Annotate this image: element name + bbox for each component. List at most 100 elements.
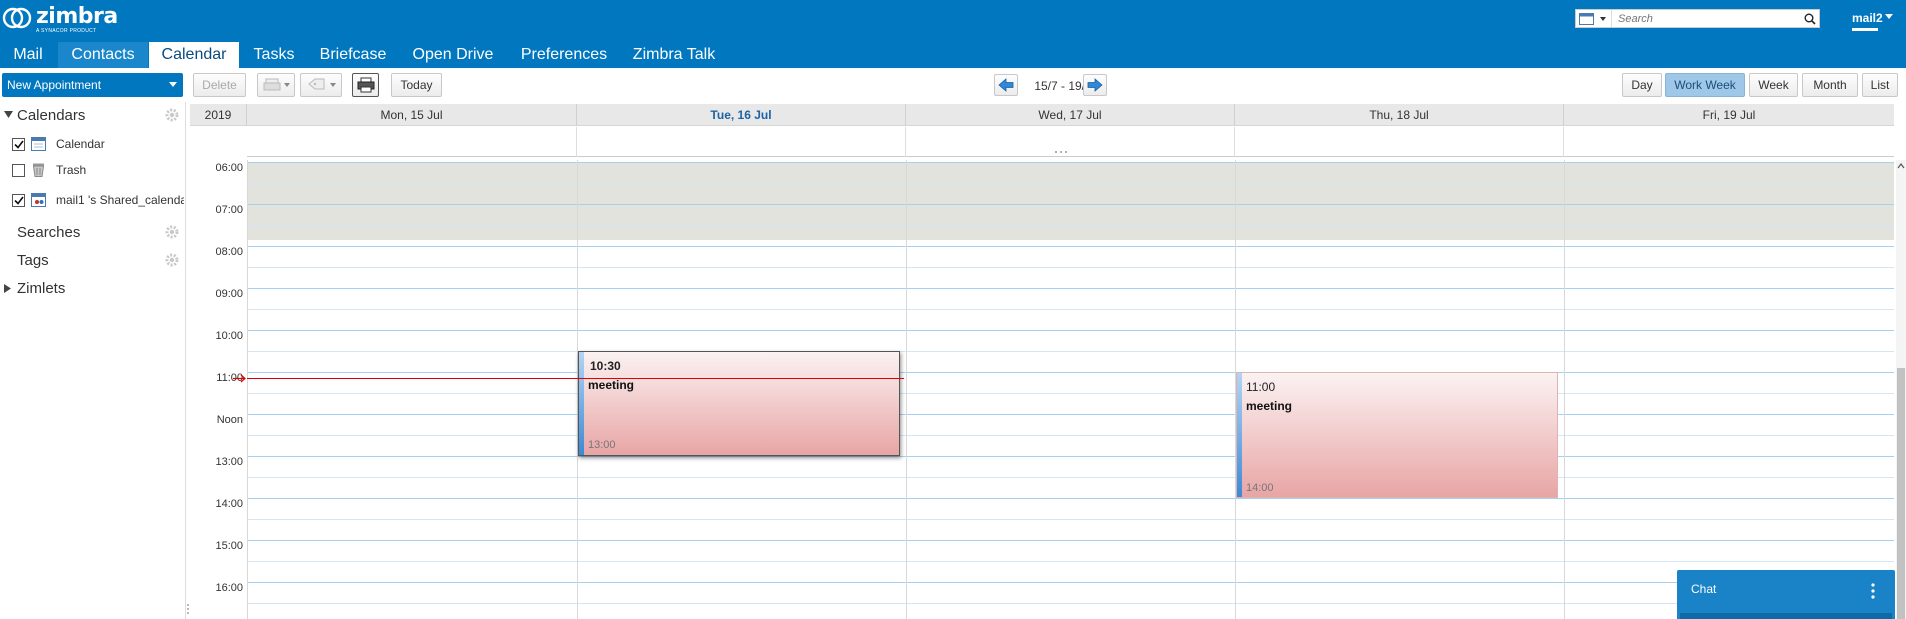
app-tabs: Mail Contacts Calendar Tasks Briefcase O… <box>0 42 1906 104</box>
hour-line <box>247 582 1894 583</box>
tab-briefcase[interactable]: Briefcase <box>315 42 391 68</box>
view-list-button[interactable]: List <box>1862 73 1898 97</box>
hour-label: Noon <box>216 414 243 426</box>
all-day-cell[interactable] <box>577 127 906 157</box>
zimbra-logo[interactable]: zimbra A SYNACOR PRODUCT <box>2 6 118 34</box>
tag-button[interactable] <box>300 73 342 97</box>
half-hour-line <box>247 477 1894 478</box>
all-day-cell[interactable] <box>247 127 577 157</box>
appointment-meeting-tue[interactable]: 10:30 meeting 13:00 <box>578 351 900 456</box>
appointment-meeting-thu[interactable]: 11:00 meeting 14:00 <box>1236 372 1558 498</box>
hour-line <box>247 498 1894 499</box>
sidebar-item-calendar[interactable]: Calendar <box>12 133 184 155</box>
logo-subtitle: A SYNACOR PRODUCT <box>36 28 97 34</box>
arrow-right-icon <box>1087 78 1103 92</box>
calendars-section-header[interactable]: Calendars <box>0 104 186 126</box>
half-hour-line <box>247 267 1894 268</box>
previous-week-button[interactable] <box>994 74 1018 96</box>
gear-icon[interactable] <box>165 108 179 122</box>
next-week-button[interactable] <box>1083 74 1107 96</box>
user-menu-name[interactable]: mail2 <box>1852 11 1883 25</box>
half-hour-line <box>247 351 1894 352</box>
half-hour-line <box>247 183 1894 184</box>
tab-contacts[interactable]: Contacts <box>58 42 148 68</box>
tags-section-header[interactable]: Tags <box>0 249 186 271</box>
all-day-cell[interactable] <box>1564 127 1894 157</box>
view-week-button[interactable]: Week <box>1749 73 1798 97</box>
day-header-fri[interactable]: Fri, 19 Jul <box>1564 104 1894 126</box>
tab-preferences[interactable]: Preferences <box>516 42 612 68</box>
hour-label: 16:00 <box>215 582 243 594</box>
vertical-scrollbar[interactable] <box>1896 160 1906 619</box>
hour-line <box>247 162 1894 163</box>
gear-icon[interactable] <box>165 225 179 239</box>
trash-label: Trash <box>56 163 87 177</box>
appointment-accent-bar <box>1237 373 1242 497</box>
delete-button[interactable]: Delete <box>193 73 246 97</box>
tab-tasks[interactable]: Tasks <box>248 42 300 68</box>
user-menu-chevron-icon[interactable] <box>1885 14 1893 19</box>
chat-panel[interactable]: Chat <box>1677 570 1895 619</box>
search-icon[interactable] <box>1801 10 1819 27</box>
view-work-week-button[interactable]: Work Week <box>1665 73 1745 97</box>
day-header-thu[interactable]: Thu, 18 Jul <box>1235 104 1564 126</box>
zimbra-logo-icon <box>2 7 32 29</box>
half-hour-line <box>247 435 1894 436</box>
tab-calendar[interactable]: Calendar <box>149 42 239 68</box>
hour-label: 13:00 <box>215 456 243 468</box>
column-divider <box>247 160 248 619</box>
time-grid[interactable]: 06:00 07:00 08:00 09:00 10:00 11:00 Noon… <box>190 160 1894 619</box>
collapse-triangle-icon[interactable] <box>0 104 16 126</box>
today-button[interactable]: Today <box>391 73 442 97</box>
search-type-dropdown[interactable] <box>1576 10 1612 27</box>
hour-label: 15:00 <box>215 540 243 552</box>
app-header: zimbra A SYNACOR PRODUCT mail2 <box>0 0 1906 42</box>
appointment-subject: meeting <box>588 378 635 392</box>
sidebar-item-trash[interactable]: Trash <box>12 159 184 181</box>
scrollbar-thumb[interactable] <box>1897 368 1905 619</box>
tab-open-drive[interactable]: Open Drive <box>408 42 498 68</box>
sidebar-item-shared-calendar[interactable]: mail1 's Shared_calendar <box>12 189 184 211</box>
appointment-end-time: 14:00 <box>1246 482 1274 494</box>
print-button[interactable] <box>352 73 379 97</box>
arrow-left-icon <box>998 78 1014 92</box>
day-header-mon[interactable]: Mon, 15 Jul <box>247 104 577 126</box>
tab-mail[interactable]: Mail <box>0 42 56 68</box>
expand-triangle-icon[interactable] <box>0 277 16 299</box>
searches-section-header[interactable]: Searches <box>0 221 186 243</box>
tag-icon <box>307 78 324 90</box>
hour-label: 10:00 <box>215 330 243 342</box>
all-day-cell[interactable] <box>1235 127 1564 157</box>
all-day-cell[interactable] <box>906 127 1235 157</box>
year-label: 2019 <box>190 104 247 126</box>
zimlets-section-header[interactable]: Zimlets <box>0 277 186 299</box>
shared-calendar-label: mail1 's Shared_calendar <box>56 193 184 207</box>
calendar-label: Calendar <box>56 137 105 151</box>
tags-label: Tags <box>17 251 49 269</box>
trash-checkbox[interactable] <box>12 163 25 177</box>
move-button[interactable] <box>257 73 295 97</box>
all-day-resize-handle[interactable] <box>1053 150 1069 154</box>
tab-zimbra-talk[interactable]: Zimbra Talk <box>630 42 718 68</box>
all-day-row <box>247 127 1894 157</box>
calendar-search-icon <box>1579 12 1594 25</box>
scroll-up-arrow-icon[interactable] <box>1897 162 1905 170</box>
day-header-wed[interactable]: Wed, 17 Jul <box>906 104 1235 126</box>
search-input[interactable] <box>1612 10 1801 27</box>
shared-calendar-icon <box>31 193 46 207</box>
hour-label: 08:00 <box>215 246 243 258</box>
gear-icon[interactable] <box>165 253 179 267</box>
chevron-down-icon[interactable] <box>169 82 177 87</box>
chat-input-bar[interactable] <box>1680 613 1892 619</box>
new-appointment-button[interactable]: New Appointment <box>2 73 183 97</box>
day-header-tue[interactable]: Tue, 16 Jul <box>577 104 906 126</box>
view-month-button[interactable]: Month <box>1802 73 1858 97</box>
hour-label: 07:00 <box>215 204 243 216</box>
shared-calendar-checkbox[interactable] <box>12 193 25 207</box>
hour-label: 14:00 <box>215 498 243 510</box>
calendar-checkbox[interactable] <box>12 137 25 151</box>
view-day-button[interactable]: Day <box>1622 73 1662 97</box>
more-vertical-icon[interactable] <box>1869 582 1877 600</box>
